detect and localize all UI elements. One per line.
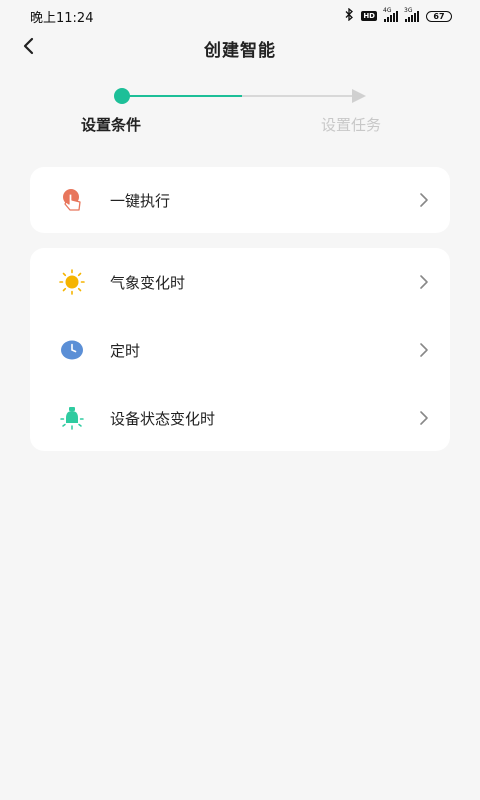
- page: 晚上11:24 HD 4G 3G 67 创建智能 设置条件 设置任务 一键执行 …: [0, 0, 480, 800]
- signal-3g-label: 3G: [404, 6, 413, 14]
- chevron-right-icon: [418, 274, 430, 290]
- conditions-card: 气象变化时 定时 设备状态变化时: [30, 248, 450, 451]
- chevron-right-icon: [418, 192, 430, 208]
- condition-row-manual[interactable]: 一键执行: [30, 167, 450, 233]
- condition-row-weather[interactable]: 气象变化时: [30, 248, 450, 316]
- condition-row-timer[interactable]: 定时: [30, 316, 450, 384]
- condition-row-device-state[interactable]: 设备状态变化时: [30, 384, 450, 452]
- back-button[interactable]: [14, 32, 42, 64]
- battery-indicator: 67: [426, 10, 452, 22]
- condition-label: 设备状态变化时: [110, 409, 216, 428]
- condition-label: 气象变化时: [110, 273, 186, 292]
- step-1-label: 设置条件: [81, 116, 142, 134]
- stepper: 设置条件 设置任务: [0, 84, 480, 144]
- page-title: 创建智能: [204, 40, 276, 61]
- manual-condition-card: 一键执行: [30, 167, 450, 233]
- signal-3g-icon: 3G: [404, 7, 419, 22]
- chevron-right-icon: [418, 342, 430, 358]
- step-progress-line: [128, 95, 242, 97]
- device-light-icon: [58, 404, 86, 432]
- condition-label: 定时: [110, 341, 141, 360]
- condition-label: 一键执行: [110, 191, 171, 210]
- signal-4g-icon: 4G: [383, 7, 398, 22]
- status-icons: HD 4G 3G 67: [345, 7, 452, 25]
- sun-icon: [58, 268, 86, 296]
- clock-icon: [58, 336, 86, 364]
- header: 创建智能: [0, 28, 480, 68]
- tap-hand-icon: [58, 186, 86, 214]
- step-2-label: 设置任务: [321, 116, 382, 134]
- status-time: 晚上11:24: [30, 10, 94, 26]
- signal-4g-label: 4G: [383, 6, 392, 14]
- step-remaining-line: [242, 95, 352, 97]
- bluetooth-icon: [345, 7, 354, 25]
- back-arrow-icon: [21, 37, 35, 59]
- step-arrow-icon: [352, 89, 366, 103]
- chevron-right-icon: [418, 410, 430, 426]
- hd-badge: HD: [361, 11, 377, 21]
